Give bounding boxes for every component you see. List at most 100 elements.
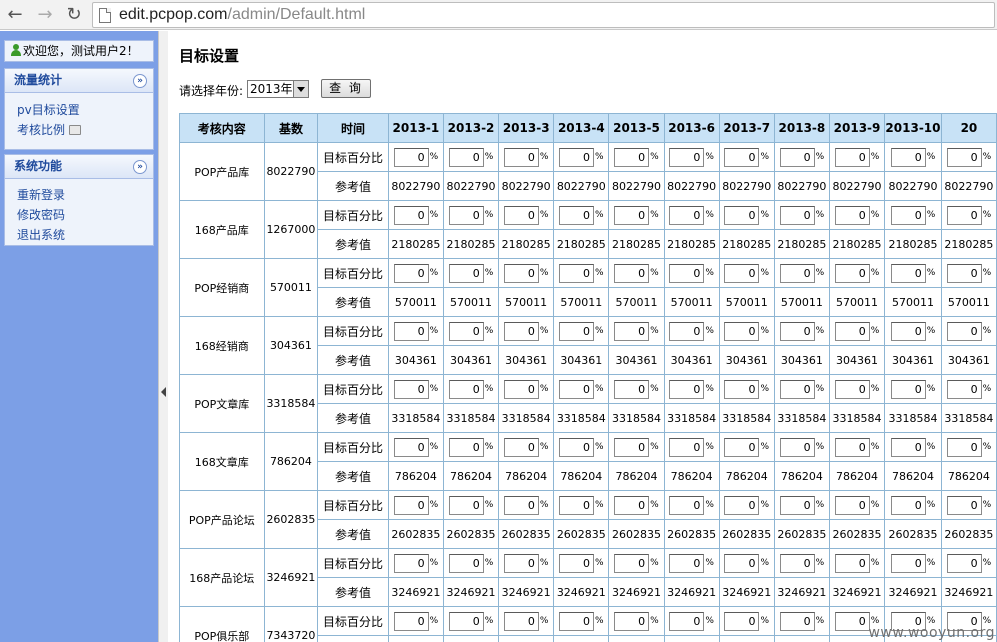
target-percent-input[interactable]: 0	[559, 611, 595, 631]
panel-header[interactable]: 系统功能 »	[5, 155, 153, 179]
target-percent-input[interactable]: 0	[669, 263, 705, 283]
target-percent-input[interactable]: 0	[946, 147, 982, 167]
target-percent-input[interactable]: 0	[779, 263, 815, 283]
target-percent-input[interactable]: 0	[669, 553, 705, 573]
target-percent-input[interactable]: 0	[614, 147, 650, 167]
collapse-icon[interactable]: »	[133, 160, 147, 174]
target-percent-input[interactable]: 0	[393, 205, 429, 225]
target-percent-input[interactable]: 0	[503, 147, 539, 167]
target-percent-input[interactable]: 0	[724, 321, 760, 341]
target-percent-input[interactable]: 0	[890, 553, 926, 573]
target-percent-input[interactable]: 0	[393, 263, 429, 283]
target-percent-input[interactable]: 0	[779, 437, 815, 457]
target-percent-input[interactable]: 0	[779, 553, 815, 573]
target-percent-input[interactable]: 0	[724, 379, 760, 399]
target-percent-input[interactable]: 0	[503, 437, 539, 457]
sidebar-item-pv-target[interactable]: pv目标设置	[5, 100, 153, 120]
target-percent-input[interactable]: 0	[724, 147, 760, 167]
back-icon[interactable]: ←	[4, 4, 26, 26]
target-percent-input[interactable]: 0	[559, 553, 595, 573]
target-percent-input[interactable]: 0	[393, 495, 429, 515]
target-percent-input[interactable]: 0	[724, 553, 760, 573]
query-button[interactable]: 查 询	[321, 79, 371, 98]
target-percent-input[interactable]: 0	[890, 437, 926, 457]
target-percent-input[interactable]: 0	[503, 321, 539, 341]
target-percent-input[interactable]: 0	[669, 437, 705, 457]
target-percent-input[interactable]: 0	[503, 379, 539, 399]
target-percent-input[interactable]: 0	[834, 147, 870, 167]
target-percent-input[interactable]: 0	[834, 263, 870, 283]
target-percent-input[interactable]: 0	[393, 611, 429, 631]
target-percent-input[interactable]: 0	[724, 205, 760, 225]
target-percent-input[interactable]: 0	[834, 321, 870, 341]
target-percent-input[interactable]: 0	[724, 437, 760, 457]
target-percent-input[interactable]: 0	[669, 321, 705, 341]
target-percent-input[interactable]: 0	[448, 147, 484, 167]
target-percent-input[interactable]: 0	[448, 611, 484, 631]
target-percent-input[interactable]: 0	[724, 611, 760, 631]
target-percent-input[interactable]: 0	[834, 205, 870, 225]
target-percent-input[interactable]: 0	[724, 495, 760, 515]
target-percent-input[interactable]: 0	[448, 495, 484, 515]
target-percent-input[interactable]: 0	[614, 205, 650, 225]
target-percent-input[interactable]: 0	[393, 321, 429, 341]
target-percent-input[interactable]: 0	[946, 263, 982, 283]
target-percent-input[interactable]: 0	[669, 205, 705, 225]
address-bar[interactable]: edit.pcpop.com/admin/Default.html	[92, 2, 995, 28]
sidebar-item-logout[interactable]: 退出系统	[5, 225, 153, 245]
target-percent-input[interactable]: 0	[448, 205, 484, 225]
target-percent-input[interactable]: 0	[448, 437, 484, 457]
target-percent-input[interactable]: 0	[393, 437, 429, 457]
target-percent-input[interactable]: 0	[946, 553, 982, 573]
reload-icon[interactable]: ↻	[63, 4, 85, 26]
target-percent-input[interactable]: 0	[393, 553, 429, 573]
sidebar-splitter[interactable]	[158, 31, 168, 642]
target-percent-input[interactable]: 0	[669, 379, 705, 399]
target-percent-input[interactable]: 0	[890, 147, 926, 167]
target-percent-input[interactable]: 0	[779, 379, 815, 399]
target-percent-input[interactable]: 0	[890, 495, 926, 515]
target-percent-input[interactable]: 0	[779, 147, 815, 167]
target-percent-input[interactable]: 0	[834, 495, 870, 515]
panel-header[interactable]: 流量统计 »	[5, 69, 153, 93]
target-percent-input[interactable]: 0	[448, 553, 484, 573]
target-percent-input[interactable]: 0	[779, 205, 815, 225]
target-percent-input[interactable]: 0	[614, 263, 650, 283]
target-percent-input[interactable]: 0	[559, 263, 595, 283]
target-percent-input[interactable]: 0	[614, 553, 650, 573]
forward-icon[interactable]: →	[34, 4, 56, 26]
collapse-arrow-icon[interactable]	[161, 387, 166, 397]
sidebar-item-assessment-ratio[interactable]: 考核比例	[5, 120, 153, 140]
target-percent-input[interactable]: 0	[890, 321, 926, 341]
target-percent-input[interactable]: 0	[559, 147, 595, 167]
target-percent-input[interactable]: 0	[503, 553, 539, 573]
target-percent-input[interactable]: 0	[559, 437, 595, 457]
target-percent-input[interactable]: 0	[503, 263, 539, 283]
target-percent-input[interactable]: 0	[946, 321, 982, 341]
target-percent-input[interactable]: 0	[946, 205, 982, 225]
target-percent-input[interactable]: 0	[614, 437, 650, 457]
target-percent-input[interactable]: 0	[614, 379, 650, 399]
target-percent-input[interactable]: 0	[946, 495, 982, 515]
target-percent-input[interactable]: 0	[559, 379, 595, 399]
target-percent-input[interactable]: 0	[779, 495, 815, 515]
target-percent-input[interactable]: 0	[448, 263, 484, 283]
target-percent-input[interactable]: 0	[614, 495, 650, 515]
target-percent-input[interactable]: 0	[614, 611, 650, 631]
target-percent-input[interactable]: 0	[779, 321, 815, 341]
target-percent-input[interactable]: 0	[503, 205, 539, 225]
target-percent-input[interactable]: 0	[834, 379, 870, 399]
target-percent-input[interactable]: 0	[614, 321, 650, 341]
target-percent-input[interactable]: 0	[890, 379, 926, 399]
target-percent-input[interactable]: 0	[393, 379, 429, 399]
target-percent-input[interactable]: 0	[669, 611, 705, 631]
target-percent-input[interactable]: 0	[834, 437, 870, 457]
target-percent-input[interactable]: 0	[503, 495, 539, 515]
target-percent-input[interactable]: 0	[834, 611, 870, 631]
target-percent-input[interactable]: 0	[503, 611, 539, 631]
year-select[interactable]: 2013年	[247, 80, 309, 98]
target-percent-input[interactable]: 0	[946, 437, 982, 457]
sidebar-item-relogin[interactable]: 重新登录	[5, 185, 153, 205]
collapse-icon[interactable]: »	[133, 74, 147, 88]
target-percent-input[interactable]: 0	[448, 379, 484, 399]
